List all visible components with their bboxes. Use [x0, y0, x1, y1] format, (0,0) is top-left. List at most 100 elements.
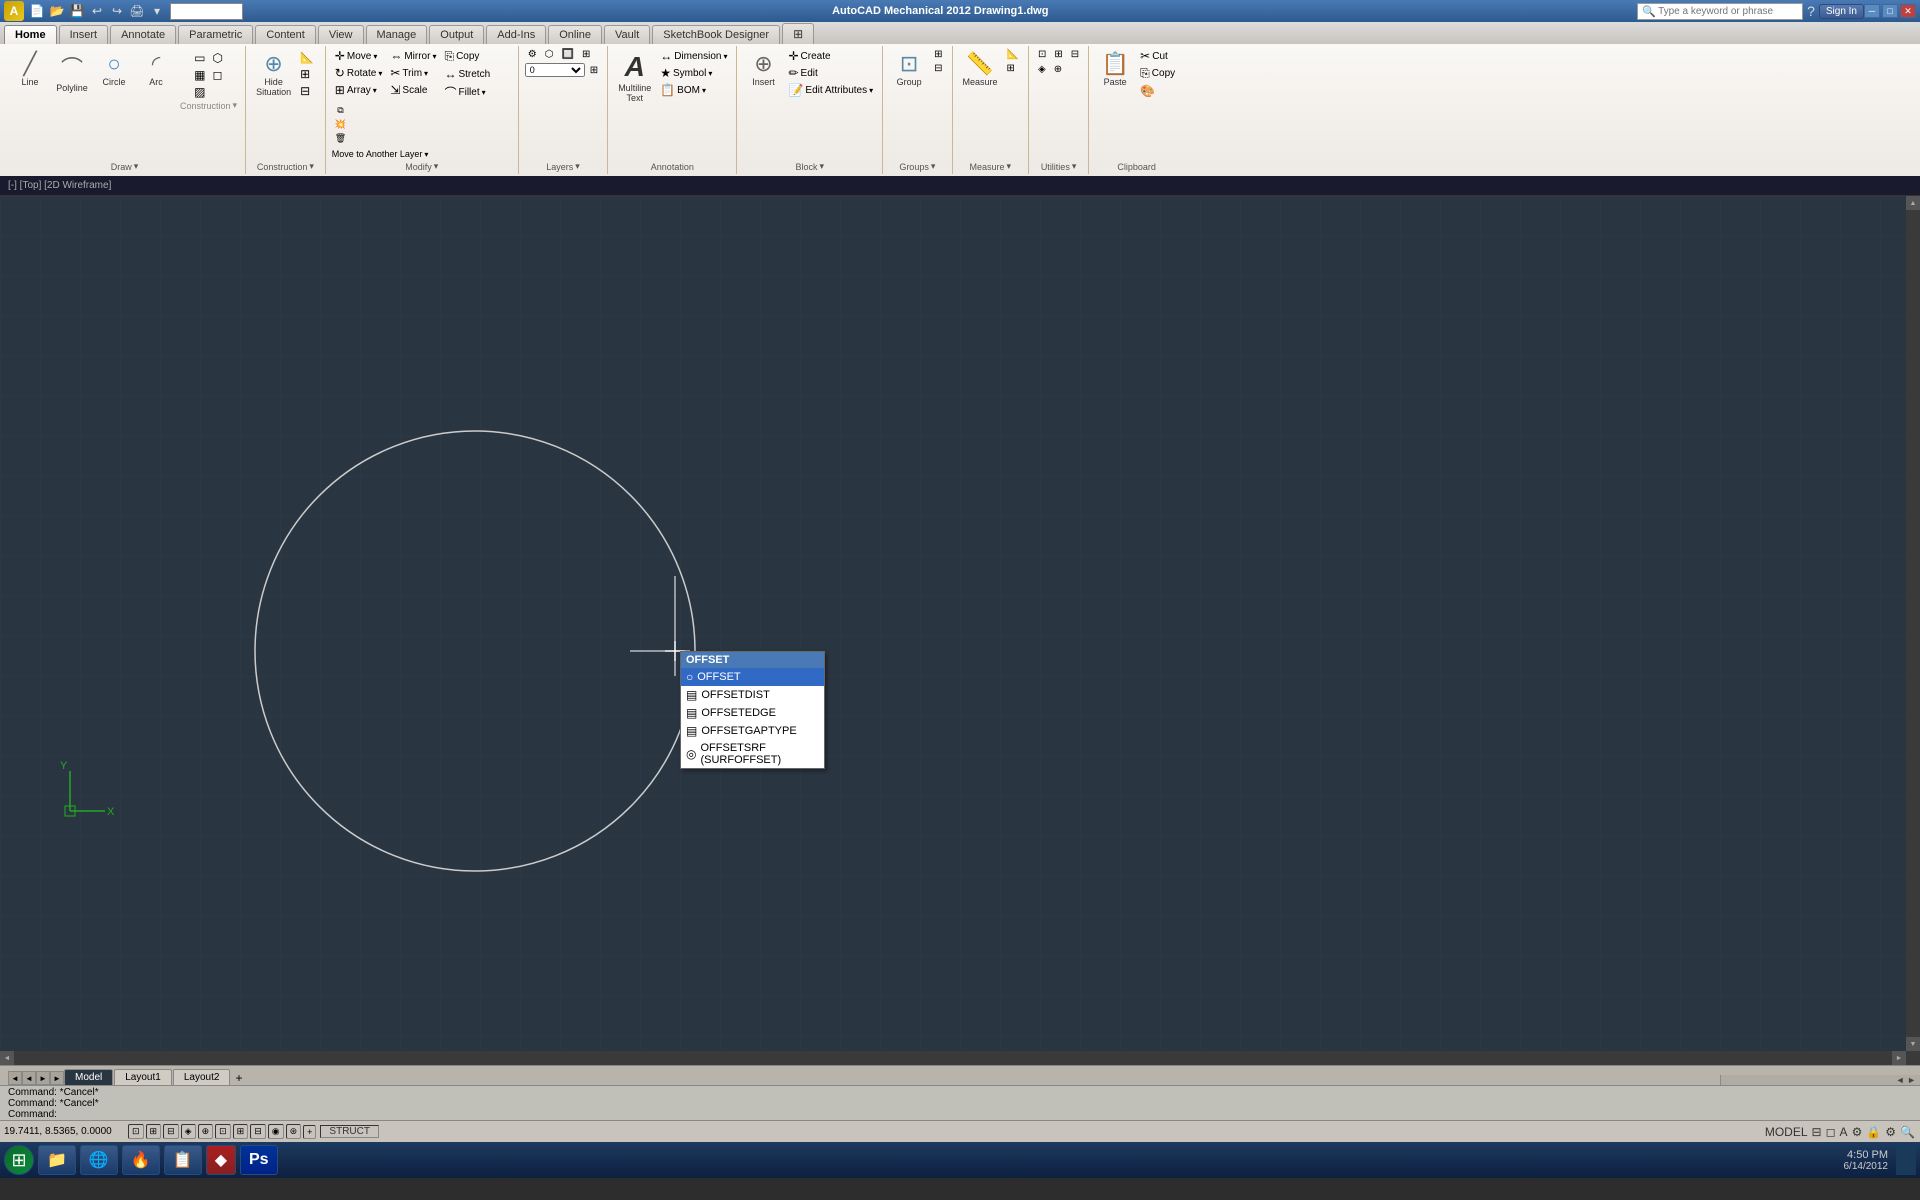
print-button[interactable]: 🖨	[128, 2, 146, 20]
anno-btn[interactable]: A	[1839, 1124, 1849, 1140]
layer-4-btn[interactable]: ⊞	[579, 48, 593, 61]
arc-button[interactable]: ◜ Arc	[136, 48, 176, 90]
multiline-text-button[interactable]: A MultilineText	[614, 48, 655, 106]
erase-btn[interactable]: 🗑	[332, 132, 349, 145]
scroll-down-arrow[interactable]: ▼	[1906, 1037, 1920, 1051]
tab-addins[interactable]: Add-Ins	[486, 25, 546, 44]
hatch-btn[interactable]: ▦	[191, 67, 208, 83]
tab-parametric[interactable]: Parametric	[178, 25, 253, 44]
zoom-btn[interactable]: 🔍	[1899, 1124, 1916, 1140]
layer-2-btn[interactable]: ⬡	[542, 48, 557, 61]
vp-btn[interactable]: ◻	[1825, 1124, 1837, 1140]
ac-item-offsetdist[interactable]: ▤ OFFSETDIST	[681, 686, 824, 704]
tab-scroll-right2[interactable]: ►	[50, 1071, 64, 1085]
close-button[interactable]: ✕	[1900, 4, 1916, 18]
scroll-left-arrow[interactable]: ◄	[0, 1051, 14, 1065]
qa-dropdown[interactable]: ▾	[148, 2, 166, 20]
ac-item-offsetsrf[interactable]: ◎ OFFSETSRF (SURFOFFSET)	[681, 740, 824, 768]
break-btn[interactable]: ⊟	[297, 83, 319, 99]
edit-button[interactable]: ✏ Edit	[785, 65, 876, 81]
measure-button[interactable]: 📏 Measure	[959, 48, 1002, 90]
ac-item-offset[interactable]: ○ OFFSET	[681, 668, 824, 686]
scroll-right-arrow[interactable]: ►	[1892, 1051, 1906, 1065]
tab-content[interactable]: Content	[255, 25, 316, 44]
measure-icon2[interactable]: ⊞	[1004, 62, 1022, 75]
sign-in-button[interactable]: Sign In	[1819, 4, 1864, 19]
tab-online[interactable]: Online	[548, 25, 602, 44]
autocomplete-dropdown[interactable]: OFFSET ○ OFFSET ▤ OFFSETDIST ▤ OFFSETEDG…	[680, 651, 825, 769]
snap-btn-6[interactable]: ⊡	[215, 1124, 231, 1139]
trim-button[interactable]: ✂ Trim ▾	[387, 65, 439, 81]
create-button[interactable]: ✛ Create	[785, 48, 876, 64]
construction-dropdown[interactable]: ▾	[233, 100, 238, 111]
otrack-btn[interactable]: ⊛	[286, 1124, 302, 1139]
snap-btn-5[interactable]: ⊕	[198, 1124, 214, 1139]
util-5[interactable]: ⊕	[1051, 63, 1065, 76]
line-button[interactable]: ╱ Line	[10, 48, 50, 90]
tab-scroll-left2[interactable]: ◄	[22, 1071, 36, 1085]
snap-btn-2[interactable]: ⊞	[146, 1124, 162, 1139]
taskbar-firefox-btn[interactable]: 🔥	[122, 1145, 160, 1175]
taskbar-app4-btn[interactable]: 📋	[164, 1145, 202, 1175]
fillet-button[interactable]: ⌒ Fillet ▾	[441, 83, 493, 102]
modify-dropdown-icon[interactable]: ▾	[434, 161, 439, 172]
move-button[interactable]: ✛ Move ▾	[332, 48, 386, 64]
undo-button[interactable]: ↩	[88, 2, 106, 20]
taskbar-app5-btn[interactable]: ◆	[206, 1145, 236, 1175]
ac-item-offsetedge[interactable]: ▤ OFFSETEDGE	[681, 704, 824, 722]
polar-btn[interactable]: ⊟	[250, 1124, 266, 1139]
copy-button[interactable]: ⎘ Copy	[441, 48, 493, 65]
tab-extra[interactable]: ⊞	[782, 23, 814, 44]
insert-button[interactable]: ⊕ Insert	[743, 48, 783, 90]
ortho-btn[interactable]: ⊞	[233, 1124, 249, 1139]
groups-dropdown-icon[interactable]: ▾	[931, 161, 936, 172]
gradient-btn[interactable]: ▨	[191, 84, 208, 100]
gear-btn[interactable]: ⚙	[1884, 1124, 1897, 1140]
circle-button[interactable]: ○ Circle	[94, 48, 134, 90]
ws-btn[interactable]: ⚙	[1851, 1124, 1864, 1140]
restore-button[interactable]: □	[1882, 4, 1898, 18]
layer-prop-btn[interactable]: ⚙	[525, 48, 540, 61]
canvas-area[interactable]: X Y OFFSET ○ OFFSET ▤ OFFSETDIST ▤ OFFSE…	[0, 196, 1920, 1065]
tab-model[interactable]: Model	[64, 1069, 113, 1085]
scale-button[interactable]: ⇲ Scale	[387, 82, 439, 98]
workspace-selector[interactable]: Mechanical ▾	[170, 3, 243, 20]
util-2[interactable]: ⊞	[1051, 48, 1065, 61]
tab-vault[interactable]: Vault	[604, 25, 650, 44]
taskbar-chrome-btn[interactable]: 🌐	[80, 1145, 118, 1175]
snap-btn-3[interactable]: ⊟	[163, 1124, 179, 1139]
clipboard-copy-btn[interactable]: ⎘ Copy	[1137, 65, 1178, 82]
construction-dropdown-icon[interactable]: ▾	[309, 161, 314, 172]
clipboard-cut-btn[interactable]: ✂ Cut	[1137, 48, 1178, 64]
block-dropdown-icon[interactable]: ▾	[820, 161, 825, 172]
help-icon[interactable]: ?	[1807, 3, 1815, 19]
tab-manage[interactable]: Manage	[366, 25, 428, 44]
groups-icon2[interactable]: ⊟	[931, 62, 945, 75]
hide-situation-button[interactable]: ⊕ HideSituation	[252, 48, 295, 100]
snap-btn-4[interactable]: ◈	[181, 1124, 196, 1139]
redo-button[interactable]: ↪	[108, 2, 126, 20]
array-button[interactable]: ⊞ Array ▾	[332, 82, 386, 98]
polyline-button[interactable]: ⌒ Polyline	[52, 48, 92, 96]
search-input[interactable]	[1658, 6, 1798, 17]
explode-btn[interactable]: 💥	[332, 118, 349, 131]
layer-3-btn[interactable]: 🔲	[559, 48, 577, 61]
drawing-canvas[interactable]: X Y	[0, 196, 1920, 1065]
utilities-dropdown-icon[interactable]: ▾	[1072, 161, 1077, 172]
auxiliary-btn[interactable]: ⊞	[297, 66, 319, 82]
tab-insert[interactable]: Insert	[59, 25, 109, 44]
layer-5-btn[interactable]: ⊞	[587, 64, 601, 77]
measure-icon1[interactable]: 📐	[1004, 48, 1022, 61]
bottom-scrollbar[interactable]: ◄ ►	[0, 1051, 1906, 1065]
tab-annotate[interactable]: Annotate	[110, 25, 176, 44]
open-button[interactable]: 📂	[48, 2, 66, 20]
taskbar-files-btn[interactable]: 📁	[38, 1145, 76, 1175]
tab-output[interactable]: Output	[429, 25, 484, 44]
measure-dropdown-icon[interactable]: ▾	[1007, 161, 1012, 172]
boundary-btn[interactable]: ⬡	[209, 50, 225, 66]
mirror-button[interactable]: ⇔ Mirror ▾	[387, 48, 439, 64]
draw-dropdown-icon[interactable]: ▾	[134, 161, 139, 172]
tab-view[interactable]: View	[318, 25, 364, 44]
scroll-up-arrow[interactable]: ▲	[1906, 196, 1920, 210]
groups-icon1[interactable]: ⊞	[931, 48, 945, 61]
